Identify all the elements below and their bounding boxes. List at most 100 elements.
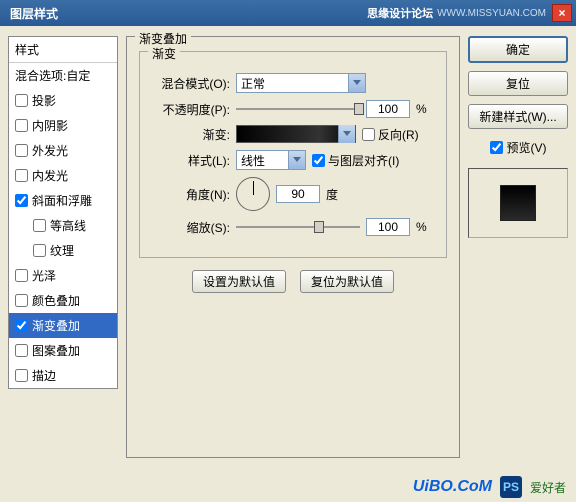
reverse-checkbox[interactable]: 反向(R) — [362, 126, 419, 143]
style-item[interactable]: 纹理 — [9, 238, 117, 263]
angle-input[interactable] — [276, 185, 320, 203]
style-item-checkbox[interactable] — [15, 144, 28, 157]
style-item-checkbox[interactable] — [15, 194, 28, 207]
new-style-button[interactable]: 新建样式(W)... — [468, 104, 568, 129]
opacity-label: 不透明度(P): — [150, 101, 230, 118]
style-item-checkbox[interactable] — [15, 269, 28, 282]
align-label: 与图层对齐(I) — [328, 152, 399, 169]
settings-panel: 渐变叠加 渐变 混合模式(O): 正常 不透明度(P): % 渐变: — [126, 36, 460, 458]
gradient-picker[interactable] — [236, 125, 356, 143]
style-item-label: 颜色叠加 — [32, 292, 80, 309]
style-value: 线性 — [241, 152, 265, 169]
style-item-label: 投影 — [32, 92, 56, 109]
close-button[interactable]: × — [552, 4, 572, 22]
cancel-button[interactable]: 复位 — [468, 71, 568, 96]
align-check-input[interactable] — [312, 154, 325, 167]
style-item[interactable]: 内阴影 — [9, 113, 117, 138]
gradient-label: 渐变: — [150, 126, 230, 143]
style-item-label: 图案叠加 — [32, 342, 80, 359]
gradient-group: 渐变 混合模式(O): 正常 不透明度(P): % 渐变: — [139, 51, 447, 258]
window-title: 图层样式 — [4, 5, 367, 22]
style-item[interactable]: 内发光 — [9, 163, 117, 188]
opacity-input[interactable] — [366, 100, 410, 118]
style-item[interactable]: 描边 — [9, 363, 117, 388]
chevron-down-icon — [338, 125, 355, 143]
style-item-label: 描边 — [32, 367, 56, 384]
style-item[interactable]: 光泽 — [9, 263, 117, 288]
slider-thumb[interactable] — [354, 103, 364, 115]
style-item-checkbox[interactable] — [33, 219, 46, 232]
style-item-label: 纹理 — [50, 242, 74, 259]
slider-thumb[interactable] — [314, 221, 324, 233]
reset-default-button[interactable]: 复位为默认值 — [300, 270, 394, 293]
style-item[interactable]: 斜面和浮雕 — [9, 188, 117, 213]
right-panel: 确定 复位 新建样式(W)... 预览(V) — [468, 36, 568, 458]
style-item-label: 光泽 — [32, 267, 56, 284]
blend-mode-value: 正常 — [241, 75, 265, 92]
titlebar-logo: 思缘设计论坛 — [367, 5, 433, 21]
reverse-label: 反向(R) — [378, 126, 419, 143]
styles-listbox: 样式 混合选项:自定 投影内阴影外发光内发光斜面和浮雕等高线纹理光泽颜色叠加渐变… — [8, 36, 118, 389]
style-item-label: 外发光 — [32, 142, 68, 159]
dialog-content: 样式 混合选项:自定 投影内阴影外发光内发光斜面和浮雕等高线纹理光泽颜色叠加渐变… — [0, 26, 576, 468]
preview-checkbox[interactable]: 预览(V) — [468, 139, 568, 156]
titlebar-url: WWW.MISSYUAN.COM — [437, 8, 546, 19]
align-checkbox[interactable]: 与图层对齐(I) — [312, 152, 399, 169]
default-buttons-row: 设置为默认值 复位为默认值 — [139, 270, 447, 293]
styles-header[interactable]: 样式 — [9, 37, 117, 63]
scale-input[interactable] — [366, 218, 410, 236]
style-item-checkbox[interactable] — [33, 244, 46, 257]
scale-label: 缩放(S): — [150, 219, 230, 236]
style-item[interactable]: 等高线 — [9, 213, 117, 238]
percent-unit: % — [416, 102, 436, 116]
style-item-label: 等高线 — [50, 217, 86, 234]
angle-row: 角度(N): 度 — [150, 177, 436, 211]
blend-options-header[interactable]: 混合选项:自定 — [9, 63, 117, 88]
style-item[interactable]: 图案叠加 — [9, 338, 117, 363]
blend-options-label: 混合选项:自定 — [15, 67, 90, 84]
style-row: 样式(L): 线性 与图层对齐(I) — [150, 150, 436, 170]
style-item[interactable]: 外发光 — [9, 138, 117, 163]
style-item-checkbox[interactable] — [15, 319, 28, 332]
blend-mode-row: 混合模式(O): 正常 — [150, 73, 436, 93]
gradient-row: 渐变: 反向(R) — [150, 125, 436, 143]
percent-unit: % — [416, 220, 436, 234]
watermark-ahz: 爱好者 — [530, 479, 566, 496]
blend-mode-label: 混合模式(O): — [150, 75, 230, 92]
scale-slider[interactable] — [236, 226, 360, 228]
reverse-check-input[interactable] — [362, 128, 375, 141]
watermark: UiBO.CoM PS 爱好者 — [413, 476, 566, 498]
titlebar: 图层样式 思缘设计论坛 WWW.MISSYUAN.COM × — [0, 0, 576, 26]
style-item[interactable]: 颜色叠加 — [9, 288, 117, 313]
preview-box — [468, 168, 568, 238]
style-item-checkbox[interactable] — [15, 344, 28, 357]
preview-check-input[interactable] — [490, 141, 503, 154]
styles-list-panel: 样式 混合选项:自定 投影内阴影外发光内发光斜面和浮雕等高线纹理光泽颜色叠加渐变… — [8, 36, 118, 458]
scale-row: 缩放(S): % — [150, 218, 436, 236]
ps-logo-icon: PS — [500, 476, 522, 498]
make-default-button[interactable]: 设置为默认值 — [192, 270, 286, 293]
style-item[interactable]: 渐变叠加 — [9, 313, 117, 338]
inner-group-title: 渐变 — [148, 45, 180, 62]
style-item[interactable]: 投影 — [9, 88, 117, 113]
style-item-label: 斜面和浮雕 — [32, 192, 92, 209]
chevron-down-icon — [348, 74, 365, 92]
watermark-uibo: UiBO.CoM — [413, 478, 492, 496]
style-item-checkbox[interactable] — [15, 94, 28, 107]
angle-dial[interactable] — [236, 177, 270, 211]
blend-mode-dropdown[interactable]: 正常 — [236, 73, 366, 93]
style-dropdown[interactable]: 线性 — [236, 150, 306, 170]
style-item-label: 渐变叠加 — [32, 317, 80, 334]
degree-unit: 度 — [326, 186, 346, 203]
style-item-checkbox[interactable] — [15, 119, 28, 132]
style-label: 样式(L): — [150, 152, 230, 169]
style-item-label: 内阴影 — [32, 117, 68, 134]
opacity-row: 不透明度(P): % — [150, 100, 436, 118]
style-item-label: 内发光 — [32, 167, 68, 184]
style-item-checkbox[interactable] — [15, 369, 28, 382]
style-item-checkbox[interactable] — [15, 169, 28, 182]
preview-label: 预览(V) — [507, 139, 547, 156]
opacity-slider[interactable] — [236, 108, 360, 110]
style-item-checkbox[interactable] — [15, 294, 28, 307]
ok-button[interactable]: 确定 — [468, 36, 568, 63]
